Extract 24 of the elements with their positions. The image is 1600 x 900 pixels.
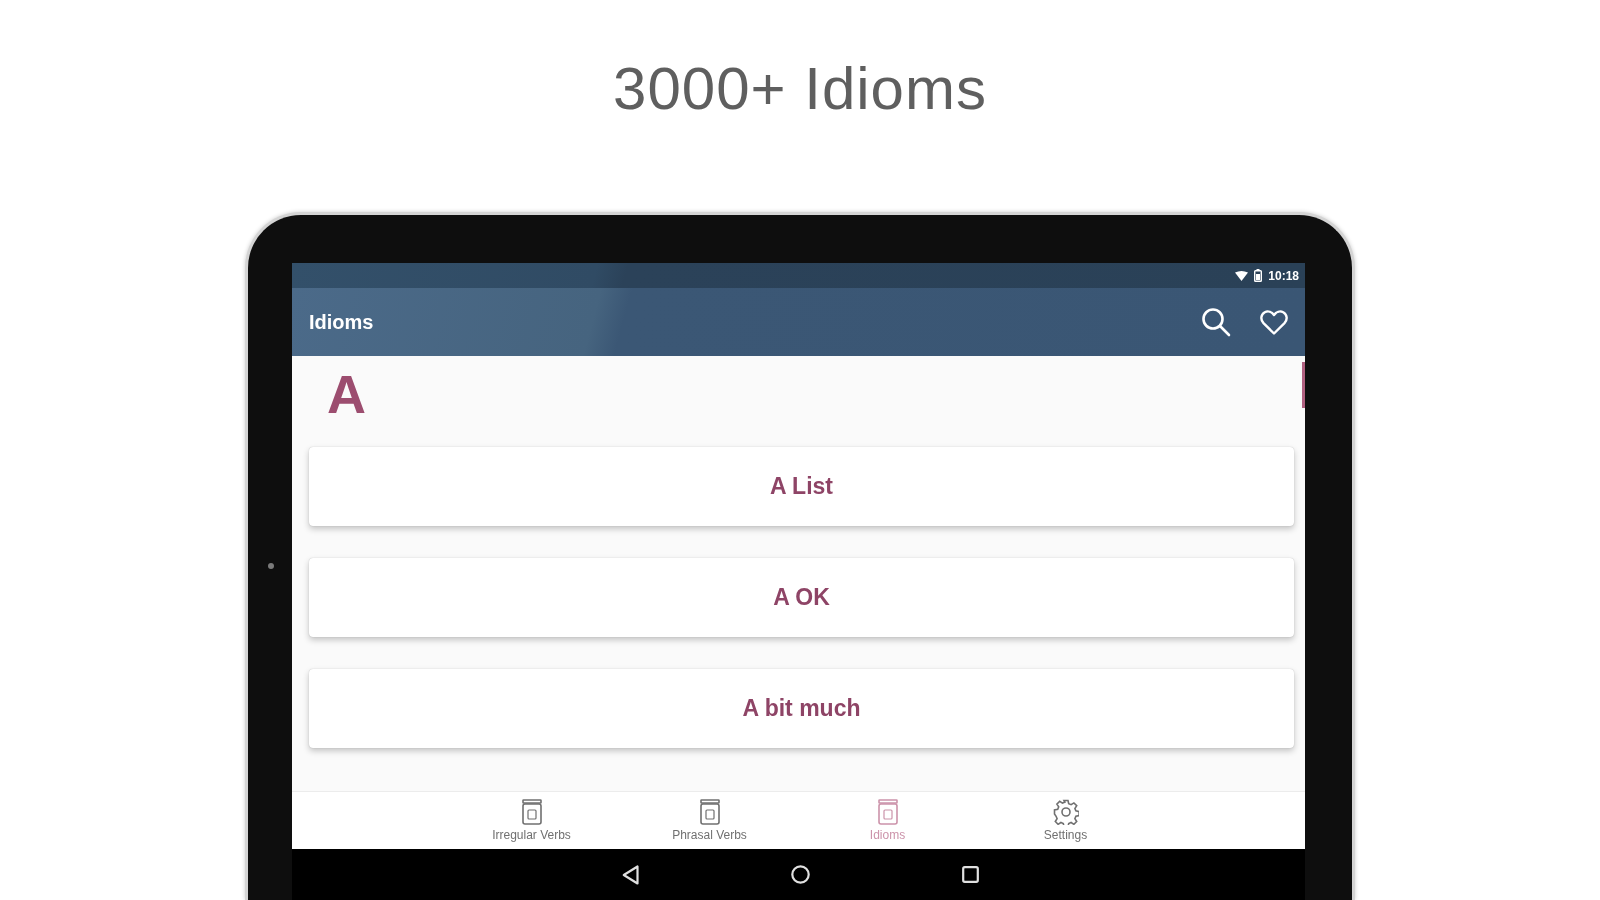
book-icon xyxy=(876,799,899,825)
book-icon xyxy=(520,799,543,825)
nav-tab[interactable]: Settings xyxy=(976,792,1155,849)
recents-icon xyxy=(961,866,979,883)
search-button[interactable] xyxy=(1200,306,1232,338)
gear-icon xyxy=(1052,799,1079,825)
idiom-card[interactable]: A OK xyxy=(309,558,1294,637)
nav-tab[interactable]: Irregular Verbs xyxy=(442,792,621,849)
battery-icon xyxy=(1254,269,1263,282)
search-icon xyxy=(1201,307,1231,337)
home-icon xyxy=(790,865,810,884)
nav-tab[interactable]: Phrasal Verbs xyxy=(620,792,799,849)
section-letter: A xyxy=(326,363,366,426)
dot-icon xyxy=(268,563,274,569)
heart-icon xyxy=(1260,309,1288,335)
app-bar-title: Idioms xyxy=(309,310,374,334)
idiom-card[interactable]: A List xyxy=(309,447,1294,526)
headline: 3000+ Idioms xyxy=(613,57,987,121)
scrollbar-thumb xyxy=(1302,362,1305,408)
wifi-icon xyxy=(1235,270,1249,281)
book-icon xyxy=(698,799,721,825)
idiom-card[interactable]: A bit much xyxy=(309,669,1294,748)
back-icon xyxy=(621,864,639,885)
status-time: 10:18 xyxy=(1268,268,1299,283)
